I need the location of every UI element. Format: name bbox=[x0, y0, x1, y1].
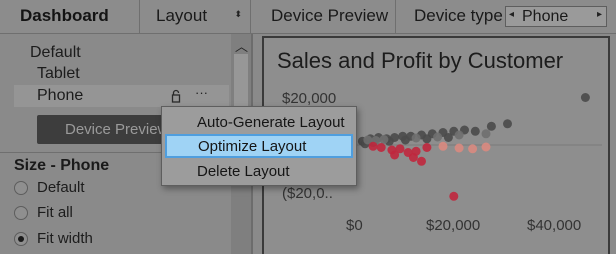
lock-icon[interactable] bbox=[171, 89, 181, 103]
layout-item-default[interactable]: Default bbox=[30, 44, 81, 62]
scatter-point[interactable] bbox=[400, 135, 410, 145]
scatter-point[interactable] bbox=[411, 133, 421, 143]
scatter-point[interactable] bbox=[376, 143, 386, 152]
menu-item-label: Delete Layout bbox=[197, 163, 290, 180]
menu-item-optimize-layout[interactable]: Optimize Layout bbox=[165, 134, 353, 158]
scroll-up-icon[interactable]: ︿ bbox=[235, 36, 248, 55]
top-bar: Dashboard Layout ⬍ Device Preview Device… bbox=[0, 0, 616, 34]
scatter-point[interactable] bbox=[470, 126, 480, 136]
scatter-point[interactable] bbox=[433, 132, 443, 142]
device-preview-button[interactable]: Device Preview bbox=[37, 115, 169, 144]
device-preview-tab[interactable]: Device Preview bbox=[252, 0, 396, 33]
more-options-icon[interactable]: ··· bbox=[195, 85, 208, 100]
menu-item-label: Auto-Generate Layout bbox=[197, 114, 345, 131]
scatter-point[interactable] bbox=[379, 135, 389, 144]
scatter-point[interactable] bbox=[438, 141, 448, 151]
x-tick-label: $0 bbox=[346, 217, 363, 234]
previous-arrow-icon[interactable]: ◂ bbox=[509, 9, 514, 20]
scatter-point[interactable] bbox=[503, 119, 512, 129]
layout-item-tablet[interactable]: Tablet bbox=[37, 65, 80, 83]
scatter-point[interactable] bbox=[422, 134, 432, 144]
device-type-value: Phone bbox=[522, 8, 569, 25]
radio-fit-all[interactable] bbox=[14, 206, 28, 220]
radio-fit-all-label[interactable]: Fit all bbox=[37, 204, 73, 221]
device-type-select[interactable]: ◂ Phone ▸ bbox=[505, 6, 607, 27]
scatter-point[interactable] bbox=[468, 144, 478, 154]
device-type-label: Device type bbox=[414, 6, 503, 25]
sort-arrows-icon[interactable]: ⬍ bbox=[234, 9, 242, 20]
scatter-point[interactable] bbox=[481, 142, 491, 152]
scatter-point[interactable] bbox=[408, 153, 418, 162]
layout-tab[interactable]: Layout ⬍ bbox=[141, 0, 251, 33]
menu-item-delete-layout[interactable]: Delete Layout bbox=[162, 159, 356, 183]
scatter-point[interactable] bbox=[449, 191, 459, 201]
scatter-point[interactable] bbox=[390, 150, 400, 160]
scatter-point[interactable] bbox=[417, 156, 426, 166]
radio-default-label[interactable]: Default bbox=[37, 179, 85, 196]
scatter-point[interactable] bbox=[454, 130, 464, 140]
scatter-point[interactable] bbox=[443, 133, 453, 142]
x-tick-label: $20,000 bbox=[426, 217, 481, 234]
dashboard-tab[interactable]: Dashboard bbox=[0, 0, 140, 33]
scatter-point[interactable] bbox=[481, 129, 491, 139]
scatter-point[interactable] bbox=[422, 143, 432, 152]
menu-item-label: Optimize Layout bbox=[198, 138, 307, 155]
scatter-point[interactable] bbox=[454, 143, 464, 153]
device-preview-button-label: Device Preview bbox=[65, 121, 169, 138]
radio-fit-width-label[interactable]: Fit width bbox=[37, 230, 93, 247]
size-section-title: Size - Phone bbox=[14, 157, 110, 174]
next-arrow-icon[interactable]: ▸ bbox=[597, 9, 602, 20]
scatter-point[interactable] bbox=[580, 93, 590, 102]
layout-item-phone[interactable]: Phone bbox=[37, 87, 83, 105]
menu-item-auto-generate-layout[interactable]: Auto-Generate Layout bbox=[162, 110, 356, 134]
radio-fit-width[interactable] bbox=[14, 232, 28, 246]
layout-context-menu: Auto-Generate Layout Optimize Layout Del… bbox=[161, 106, 357, 186]
x-tick-label: $40,000 bbox=[527, 217, 582, 234]
scatter-point[interactable] bbox=[368, 141, 378, 151]
device-preview-tab-label: Device Preview bbox=[271, 6, 389, 25]
chart-title: Sales and Profit by Customer bbox=[277, 48, 564, 73]
layout-tab-label: Layout bbox=[156, 6, 208, 25]
radio-default[interactable] bbox=[14, 181, 28, 195]
scatter-point[interactable] bbox=[486, 121, 496, 131]
dashboard-tab-label: Dashboard bbox=[20, 6, 109, 25]
